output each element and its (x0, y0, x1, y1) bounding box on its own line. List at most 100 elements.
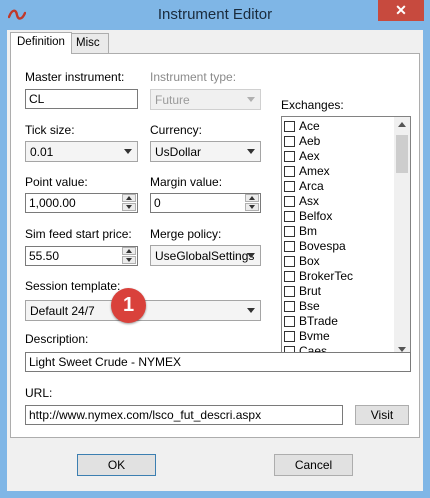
sim-feed-start-price-spinner[interactable] (122, 247, 137, 265)
margin-value-spinner[interactable] (245, 194, 260, 212)
exchange-item[interactable]: Arca (284, 179, 324, 194)
dialog-client: Definition Misc Master instrument: CL In… (7, 30, 423, 491)
checkbox[interactable] (284, 226, 295, 237)
checkbox[interactable] (284, 271, 295, 282)
description-label: Description: (25, 332, 89, 346)
chevron-down-icon (124, 149, 132, 154)
margin-value-value: 0 (154, 196, 161, 210)
exchange-item-label: Brut (299, 284, 322, 298)
sim-feed-start-price-stepper[interactable]: 55.50 (25, 246, 138, 266)
visit-button[interactable]: Visit (355, 405, 409, 425)
tick-size-value: 0.01 (30, 145, 54, 159)
checkbox[interactable] (284, 286, 295, 297)
currency-value: UsDollar (155, 145, 202, 159)
exchanges-scrollbar[interactable] (394, 117, 410, 357)
merge-policy-label: Merge policy: (150, 227, 222, 241)
exchange-item[interactable]: Ace (284, 119, 320, 134)
exchange-item-label: Aex (299, 149, 320, 163)
tick-size-label: Tick size: (25, 123, 75, 137)
exchange-item[interactable]: Amex (284, 164, 330, 179)
tab-misc[interactable]: Misc (69, 33, 109, 53)
sim-feed-start-price-label: Sim feed start price: (25, 227, 132, 241)
exchange-item[interactable]: BrokerTec (284, 269, 353, 284)
title-bar: Instrument Editor ✕ (0, 0, 430, 30)
exchange-item-label: Bm (299, 224, 317, 238)
exchange-item[interactable]: Aex (284, 149, 320, 164)
instrument-editor-window: Instrument Editor ✕ Definition Misc Mast… (0, 0, 430, 498)
checkbox[interactable] (284, 211, 295, 222)
checkbox[interactable] (284, 151, 295, 162)
checkbox[interactable] (284, 256, 295, 267)
point-value-spinner[interactable] (122, 194, 137, 212)
scrollbar-thumb[interactable] (396, 135, 408, 173)
exchange-item-label: Ace (299, 119, 320, 133)
checkbox[interactable] (284, 166, 295, 177)
url-label: URL: (25, 386, 53, 400)
exchange-item-label: Box (299, 254, 320, 268)
ok-button[interactable]: OK (77, 454, 156, 476)
url-input[interactable]: http://www.nymex.com/lsco_fut_descri.asp… (25, 405, 343, 425)
exchange-item-label: Arca (299, 179, 324, 193)
tick-size-select[interactable]: 0.01 (25, 141, 138, 162)
checkbox[interactable] (284, 121, 295, 132)
close-icon: ✕ (395, 2, 407, 18)
checkbox[interactable] (284, 316, 295, 327)
exchanges-label: Exchanges: (281, 98, 344, 112)
exchanges-list[interactable]: Ace Aeb Aex Amex Arca Asx Belfox Bm Bove… (281, 116, 411, 358)
session-template-label: Session template: (25, 279, 121, 293)
sim-feed-start-price-value: 55.50 (29, 249, 60, 263)
checkbox[interactable] (284, 136, 295, 147)
currency-label: Currency: (150, 123, 203, 137)
exchange-item-label: Bse (299, 299, 320, 313)
description-input[interactable]: Light Sweet Crude - NYMEX (25, 352, 411, 372)
exchange-item-label: BTrade (299, 314, 338, 328)
instrument-type-select[interactable]: Future (150, 89, 261, 110)
close-button[interactable]: ✕ (378, 0, 424, 21)
window-title: Instrument Editor (157, 6, 273, 23)
master-instrument-input[interactable]: CL (25, 89, 138, 109)
exchange-item[interactable]: Belfox (284, 209, 332, 224)
point-value-stepper[interactable]: 1,000.00 (25, 193, 138, 213)
exchange-item[interactable]: Bvme (284, 329, 330, 344)
chevron-down-icon (247, 253, 255, 258)
session-template-value: Default 24/7 (30, 304, 95, 318)
exchange-item-label: Aeb (299, 134, 321, 148)
exchange-item-label: Bovespa (299, 239, 346, 253)
exchange-item-label: Asx (299, 194, 320, 208)
scroll-up-icon[interactable] (398, 122, 406, 127)
exchange-item-label: Belfox (299, 209, 333, 223)
cancel-button[interactable]: Cancel (274, 454, 353, 476)
checkbox[interactable] (284, 196, 295, 207)
exchange-item[interactable]: BTrade (284, 314, 338, 329)
exchange-item-label: Amex (299, 164, 330, 178)
currency-select[interactable]: UsDollar (150, 141, 261, 162)
checkbox[interactable] (284, 331, 295, 342)
margin-value-stepper[interactable]: 0 (150, 193, 261, 213)
tab-definition[interactable]: Definition (10, 32, 72, 54)
merge-policy-select[interactable]: UseGlobalSettings (150, 245, 261, 266)
definition-panel: Master instrument: CL Instrument type: F… (10, 53, 420, 438)
checkbox[interactable] (284, 241, 295, 252)
exchange-item[interactable]: Bse (284, 299, 320, 314)
annotation-badge: 1 (111, 288, 146, 323)
exchange-item[interactable]: Asx (284, 194, 319, 209)
chevron-down-icon (247, 308, 255, 313)
exchange-item-label: BrokerTec (299, 269, 354, 283)
exchange-item[interactable]: Aeb (284, 134, 320, 149)
checkbox[interactable] (284, 181, 295, 192)
margin-value-label: Margin value: (150, 175, 223, 189)
exchange-item[interactable]: Bm (284, 224, 317, 239)
exchange-item[interactable]: Box (284, 254, 320, 269)
checkbox[interactable] (284, 301, 295, 312)
instrument-type-value: Future (155, 93, 190, 107)
point-value-value: 1,000.00 (29, 196, 76, 210)
exchange-item-label: Bvme (299, 329, 330, 343)
merge-policy-value: UseGlobalSettings (155, 249, 255, 263)
exchange-item[interactable]: Bovespa (284, 239, 346, 254)
instrument-type-label: Instrument type: (150, 70, 237, 84)
master-instrument-label: Master instrument: (25, 70, 125, 84)
point-value-label: Point value: (25, 175, 88, 189)
chevron-down-icon (247, 97, 255, 102)
exchange-item[interactable]: Brut (284, 284, 321, 299)
chevron-down-icon (247, 149, 255, 154)
